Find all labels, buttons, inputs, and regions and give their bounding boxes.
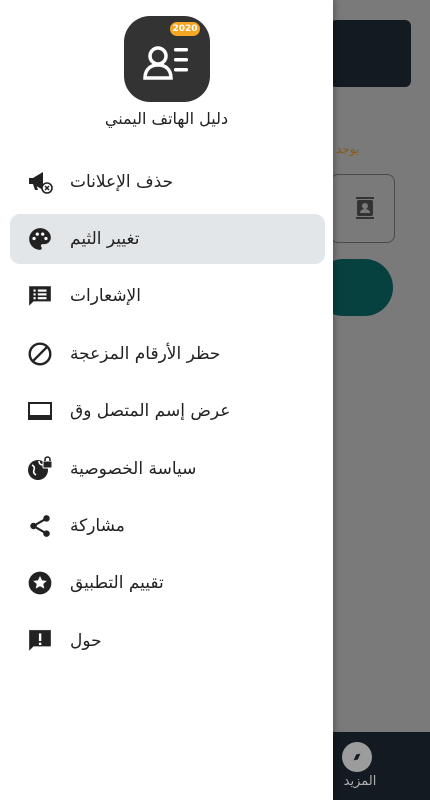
star-icon (26, 569, 54, 597)
background-search-field (330, 174, 395, 243)
background-hint-text: يوجد (336, 142, 360, 156)
menu-item-share[interactable]: مشاركة (0, 497, 333, 554)
menu-item-block-spam[interactable]: حظر الأرقام المزعجة (0, 325, 333, 382)
compass-icon (342, 742, 372, 772)
privacy-icon (26, 455, 54, 483)
menu-item-change-theme[interactable]: تغيير الثيم (0, 210, 333, 267)
menu-item-label: تقييم التطبيق (70, 573, 164, 594)
block-icon (26, 340, 54, 368)
menu-item-caller-id[interactable]: عرض إسم المتصل وق (0, 383, 333, 440)
menu-item-label: حذف الإعلانات (70, 171, 174, 192)
about-icon (26, 627, 54, 655)
app-logo: 2020 (124, 16, 210, 102)
menu-item-label: حول (70, 630, 102, 651)
menu-item-label: سياسة الخصوصية (70, 458, 197, 479)
menu-item-label: مشاركة (70, 516, 125, 537)
menu-item-label: تغيير الثيم (70, 229, 140, 250)
notifications-icon (26, 282, 54, 310)
palette-icon (26, 225, 54, 253)
menu-item-notifications[interactable]: الإشعارات (0, 268, 333, 325)
menu-item-label: الإشعارات (70, 286, 141, 307)
caller-id-icon (26, 397, 54, 425)
menu-item-privacy-policy[interactable]: سياسة الخصوصية (0, 440, 333, 497)
menu-item-rate-app[interactable]: تقييم التطبيق (0, 555, 333, 612)
navigation-drawer: 2020 دليل الهاتف اليمني حذف الإعلانات تغ… (0, 0, 333, 800)
background-top-bar (330, 20, 411, 87)
menu-item-about[interactable]: حول (0, 612, 333, 669)
bottom-nav-more-label: المزيد (343, 774, 377, 789)
drawer-menu: حذف الإعلانات تغيير الثيم الإشعارات حظر … (0, 153, 333, 670)
menu-item-label: حظر الأرقام المزعجة (70, 343, 221, 364)
remove-ads-icon (26, 168, 54, 196)
menu-item-remove-ads[interactable]: حذف الإعلانات (0, 153, 333, 210)
app-title: دليل الهاتف اليمني (104, 109, 229, 128)
year-badge: 2020 (170, 22, 200, 36)
contact-book-icon (353, 196, 377, 224)
share-icon (26, 512, 54, 540)
menu-item-label: عرض إسم المتصل وق (70, 401, 231, 422)
